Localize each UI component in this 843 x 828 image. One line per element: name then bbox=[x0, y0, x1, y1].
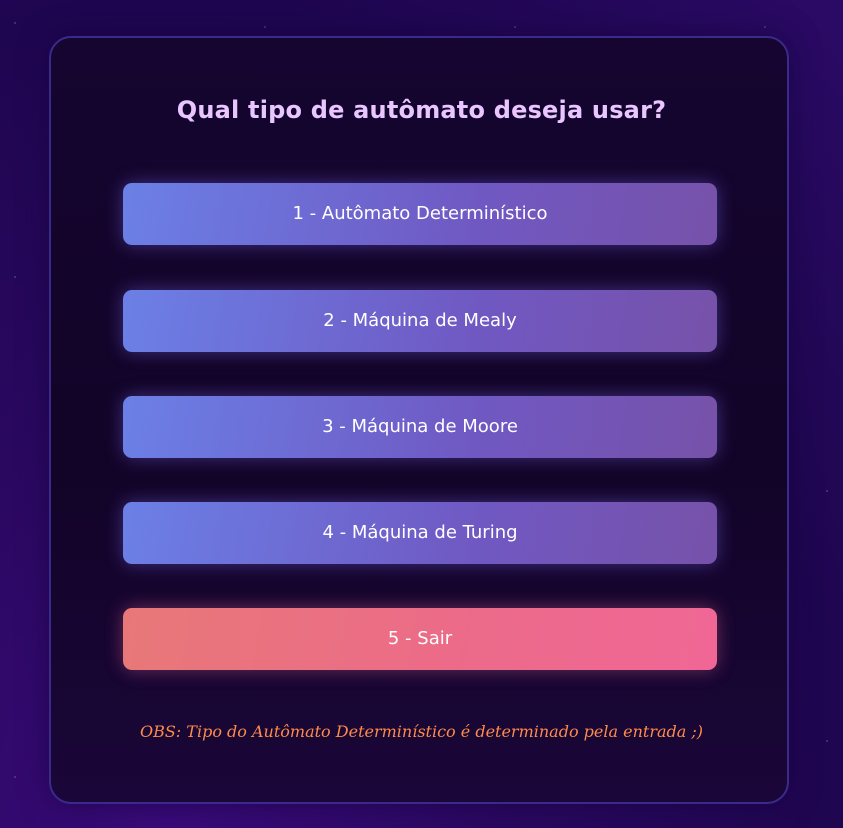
note-text: OBS: Tipo do Autômato Determinístico é d… bbox=[139, 722, 704, 741]
exit-button[interactable]: 5 - Sair bbox=[123, 608, 717, 670]
deterministic-automaton-button[interactable]: 1 - Autômato Determinístico bbox=[123, 183, 717, 245]
background-star bbox=[264, 26, 266, 28]
turing-machine-button[interactable]: 4 - Máquina de Turing bbox=[123, 502, 717, 564]
page-title: Qual tipo de autômato deseja usar? bbox=[176, 96, 667, 124]
background-star bbox=[14, 22, 16, 24]
moore-machine-button[interactable]: 3 - Máquina de Moore bbox=[123, 396, 717, 458]
background-star bbox=[764, 26, 766, 28]
background-star bbox=[14, 276, 16, 278]
background-star bbox=[514, 26, 516, 28]
background-star bbox=[826, 490, 828, 492]
mealy-machine-button[interactable]: 2 - Máquina de Mealy bbox=[123, 290, 717, 352]
background-star bbox=[14, 776, 16, 778]
